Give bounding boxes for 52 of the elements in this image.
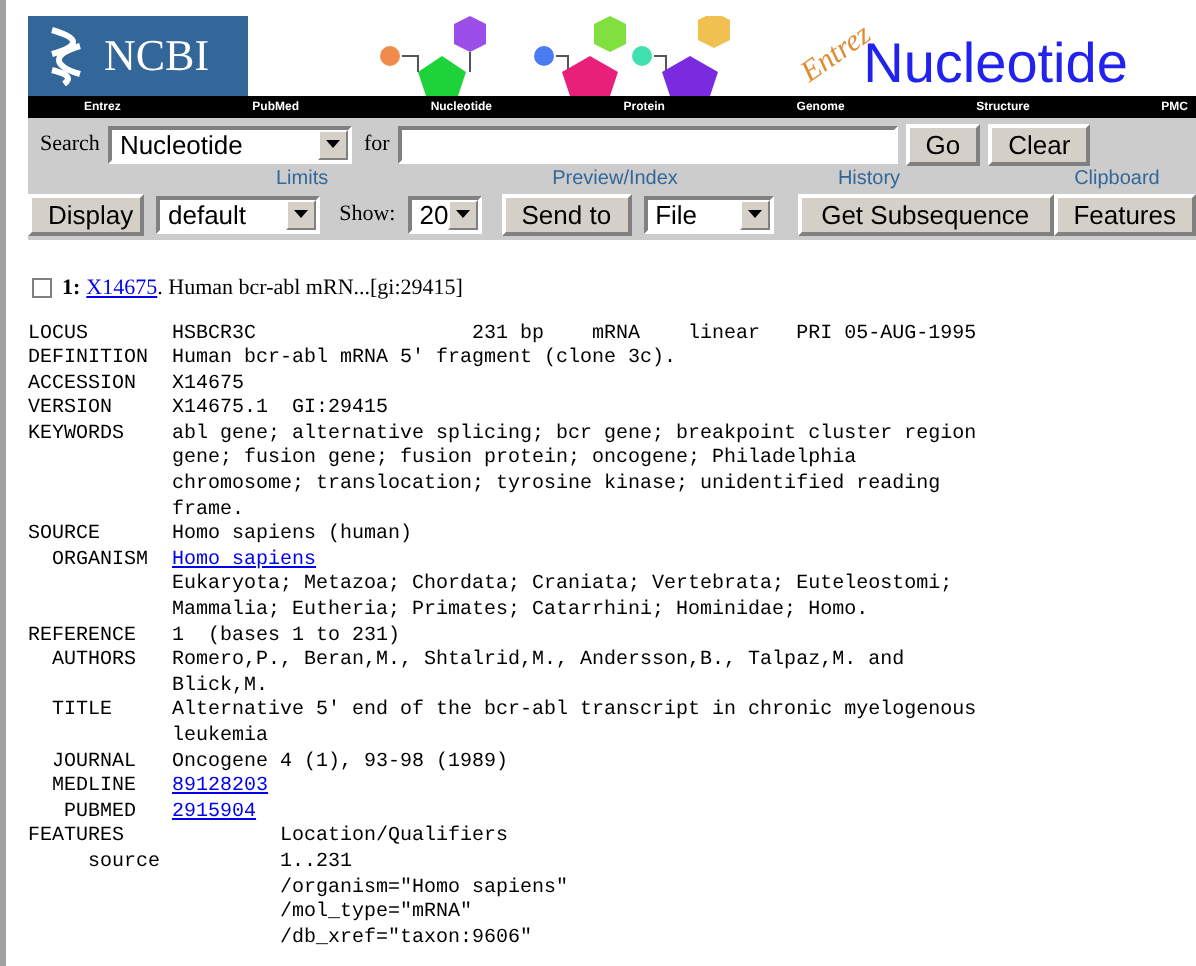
count-select[interactable]: 20 xyxy=(407,195,482,233)
format-select[interactable]: default xyxy=(156,195,320,233)
record-line: /db_xref="taxon:9606" xyxy=(278,927,533,953)
record-line: Eukaryota; Metazoa; Chordata; Craniata; Vertebrata; Euteleostomi; xyxy=(170,574,953,599)
record-number: 1: xyxy=(62,274,81,304)
get-subsequence-button[interactable]: Get Subsequence xyxy=(797,193,1054,235)
record-line: DEFINITION Human bcr-abl mRNA 5' fragment (clone 3c). xyxy=(28,348,677,374)
send-to-button[interactable]: Send to xyxy=(501,193,632,235)
database-select[interactable]: Nucleotide xyxy=(107,125,352,163)
record-summary: . Human bcr-abl mRN...[gi:29415] xyxy=(157,274,463,304)
record-line: /organism="Homo sapiens" xyxy=(278,877,569,901)
record-line: FEATURES Location/Qualifiers xyxy=(28,826,509,852)
features-button[interactable]: Features xyxy=(1053,193,1196,235)
record-line: VERSION X14675.1 GI:29415 xyxy=(28,398,389,423)
search-button[interactable]: Go xyxy=(905,123,981,165)
search-field[interactable] xyxy=(397,125,898,163)
record-line: TITLE Alternative 5' end of the bcr-abl transcript in chronic myelogenous xyxy=(50,700,977,725)
record-line: JOURNAL Oncogene 4 (1), 93-98 (1989) xyxy=(50,751,509,776)
record-line: AUTHORS Romero,P., Beran,M., Shtalrid,M., Andersson,B., Talpaz,M. and xyxy=(50,650,905,675)
record-line: MEDLINE xyxy=(50,776,139,802)
section-label: Limits xyxy=(276,170,329,192)
record-line: Mammalia; Eutheria; Primates; Catarrhini; Hominidae; Homo. xyxy=(170,600,869,625)
send-target-select[interactable]: File xyxy=(643,195,774,233)
record-line: REFERENCE 1 (bases 1 to 231) xyxy=(28,625,401,650)
record-link[interactable]: Homo sapiens xyxy=(172,549,317,575)
record-link[interactable]: 89128203 xyxy=(172,776,269,802)
record-line: source 1..231 xyxy=(86,851,353,877)
record-line: leukemia xyxy=(170,726,269,752)
ncbi-logo[interactable]: NCBI xyxy=(28,16,248,96)
record-line: SOURCE Homo sapiens (human) xyxy=(28,524,413,549)
record-line: Blick,M. xyxy=(170,675,269,699)
display-button[interactable]: Display xyxy=(28,193,144,235)
section-label: Preview/Index xyxy=(552,170,678,192)
record-line: PUBMED xyxy=(62,801,139,826)
record-line: chromosome; translocation; tyrosine kinase; unidentified reading xyxy=(170,474,941,499)
accession-link[interactable]: X14675 xyxy=(86,272,158,305)
record-line: gene; fusion gene; fusion protein; oncogene; Philadelphia xyxy=(170,448,857,473)
record-line: KEYWORDS abl gene; alternative splicing; bcr gene; breakpoint cluster region xyxy=(28,423,977,447)
record-checkbox[interactable] xyxy=(32,278,52,299)
record-line: frame. xyxy=(170,499,245,523)
record-line: LOCUS HSBCR3C 231 bp mRNA linear PRI 05-AUG-1995 xyxy=(28,323,977,347)
show-label: Show: xyxy=(339,199,396,230)
record-link[interactable]: 2915904 xyxy=(172,801,257,827)
for-label: for xyxy=(363,129,390,160)
record-line: /mol_type="mRNA" xyxy=(278,902,473,927)
section-label: History xyxy=(837,170,901,192)
search-label: Search xyxy=(40,129,100,160)
record-line: ACCESSION X14675 xyxy=(28,373,245,398)
record-line: ORGANISM xyxy=(50,549,151,575)
logo-text: NCBI xyxy=(104,34,210,78)
section-label: Clipboard xyxy=(1074,170,1160,192)
search-button[interactable]: Clear xyxy=(988,123,1091,165)
